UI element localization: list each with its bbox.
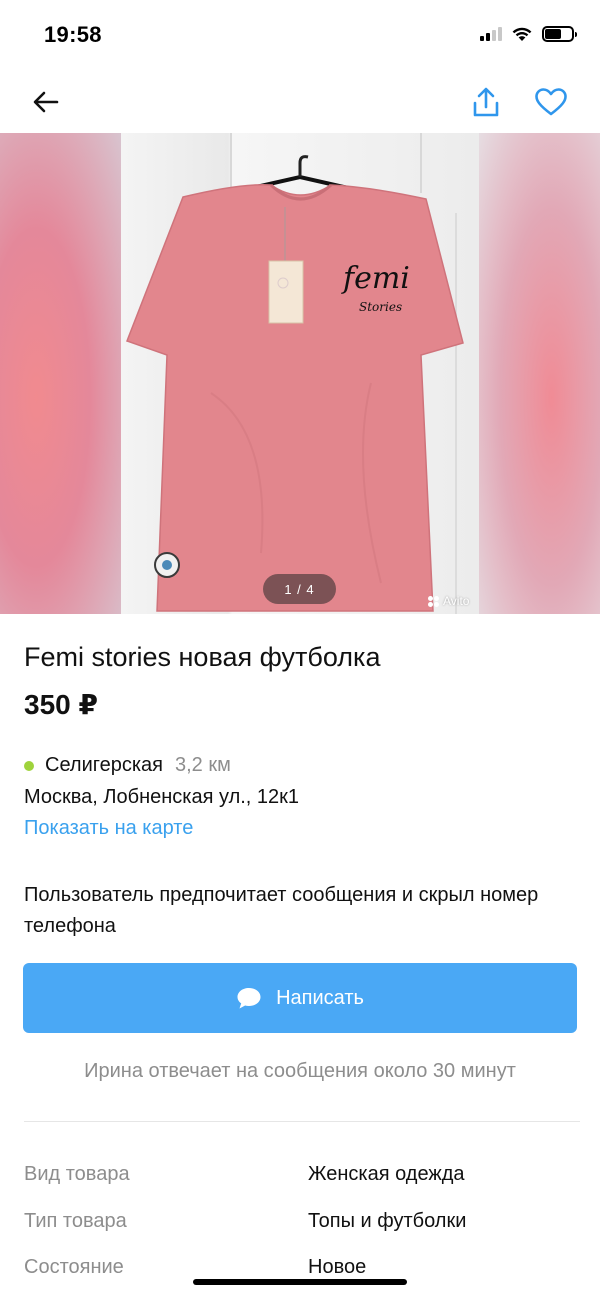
battery-icon [542, 26, 577, 42]
cellular-signal-icon [480, 27, 502, 41]
status-bar: 19:58 [0, 0, 600, 70]
watermark-text: Avito [443, 594, 470, 608]
spec-label: Вид товара [24, 1163, 130, 1185]
photo-counter: 1 / 4 [263, 574, 336, 604]
contact-preference-note: Пользователь предпочитает сообщения и ск… [24, 884, 539, 937]
print-text: femi [341, 261, 410, 296]
back-button[interactable] [26, 82, 66, 122]
share-button[interactable] [466, 82, 506, 122]
share-icon [473, 87, 499, 117]
chat-bubble-icon [237, 988, 261, 1009]
listing-price: 350 ₽ [24, 689, 98, 720]
spec-value: Топы и футболки [308, 1210, 467, 1232]
home-indicator [193, 1279, 407, 1285]
print-subtext: Stories [359, 300, 402, 314]
metro-info: Селигерская 3,2 км [24, 754, 231, 777]
wifi-icon [512, 27, 532, 41]
top-nav-bar [0, 70, 600, 133]
tshirt-image: femi Stories [126, 133, 464, 614]
metro-distance: 3,2 км [175, 754, 231, 776]
spec-label: Состояние [24, 1256, 124, 1278]
listing-title: Femi stories новая футболка [24, 642, 381, 672]
write-message-button[interactable]: Написать [23, 963, 577, 1033]
heart-icon [535, 88, 567, 116]
product-photo[interactable]: femi Stories [121, 133, 479, 614]
gallery-blur-right [479, 133, 600, 614]
spec-value: Новое [308, 1256, 367, 1278]
spec-value: Женская одежда [308, 1163, 465, 1185]
metro-line-icon [24, 760, 34, 771]
spec-label: Тип товара [24, 1210, 127, 1232]
reply-time-note: Ирина отвечает на сообщения около 30 мин… [84, 1060, 516, 1082]
back-arrow-icon [33, 91, 59, 113]
show-on-map-link[interactable]: Показать на карте [24, 817, 193, 840]
status-time: 19:58 [44, 22, 102, 47]
metro-station: Селигерская [45, 754, 163, 776]
section-divider [24, 1121, 580, 1122]
status-icons [480, 26, 577, 42]
avito-logo-icon [428, 595, 439, 607]
gallery-blur-left [0, 133, 121, 614]
address: Москва, Лобненская ул., 12к1 [24, 786, 300, 808]
favorite-button[interactable] [531, 82, 571, 122]
avito-watermark: Avito [428, 594, 469, 608]
photo-gallery[interactable]: femi Stories 1 / 4 Avito [0, 133, 600, 614]
write-message-label: Написать [276, 986, 364, 1009]
